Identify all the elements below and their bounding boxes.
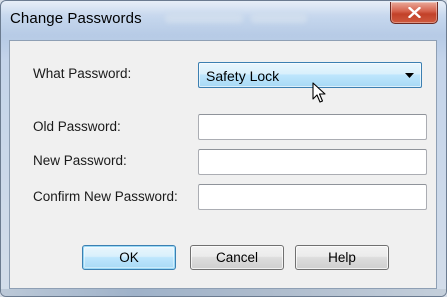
- ok-button[interactable]: OK: [82, 245, 176, 270]
- close-button[interactable]: [390, 2, 438, 24]
- new-password-label: New Password:: [33, 153, 127, 168]
- change-passwords-dialog: Change Passwords What Password: Safety L…: [0, 0, 447, 297]
- title-bar[interactable]: Change Passwords: [1, 1, 446, 35]
- help-button[interactable]: Help: [295, 245, 389, 270]
- old-password-label: Old Password:: [33, 119, 121, 134]
- dialog-client-area: What Password: Safety Lock Old Password:…: [9, 40, 437, 289]
- window-title: Change Passwords: [10, 10, 142, 27]
- blurred-background-title: [165, 13, 243, 23]
- taskbar-strip: [1, 289, 446, 296]
- chevron-down-icon: [405, 73, 414, 78]
- old-password-field[interactable]: [198, 114, 427, 140]
- blurred-background-title: [251, 13, 307, 23]
- what-password-selected-value: Safety Lock: [206, 68, 280, 84]
- confirm-password-label: Confirm New Password:: [33, 189, 178, 204]
- cancel-button[interactable]: Cancel: [190, 245, 284, 270]
- confirm-password-field[interactable]: [198, 184, 427, 210]
- new-password-field[interactable]: [198, 149, 427, 175]
- what-password-dropdown[interactable]: Safety Lock: [198, 62, 422, 88]
- what-password-label: What Password:: [33, 66, 132, 81]
- close-icon: [407, 7, 421, 18]
